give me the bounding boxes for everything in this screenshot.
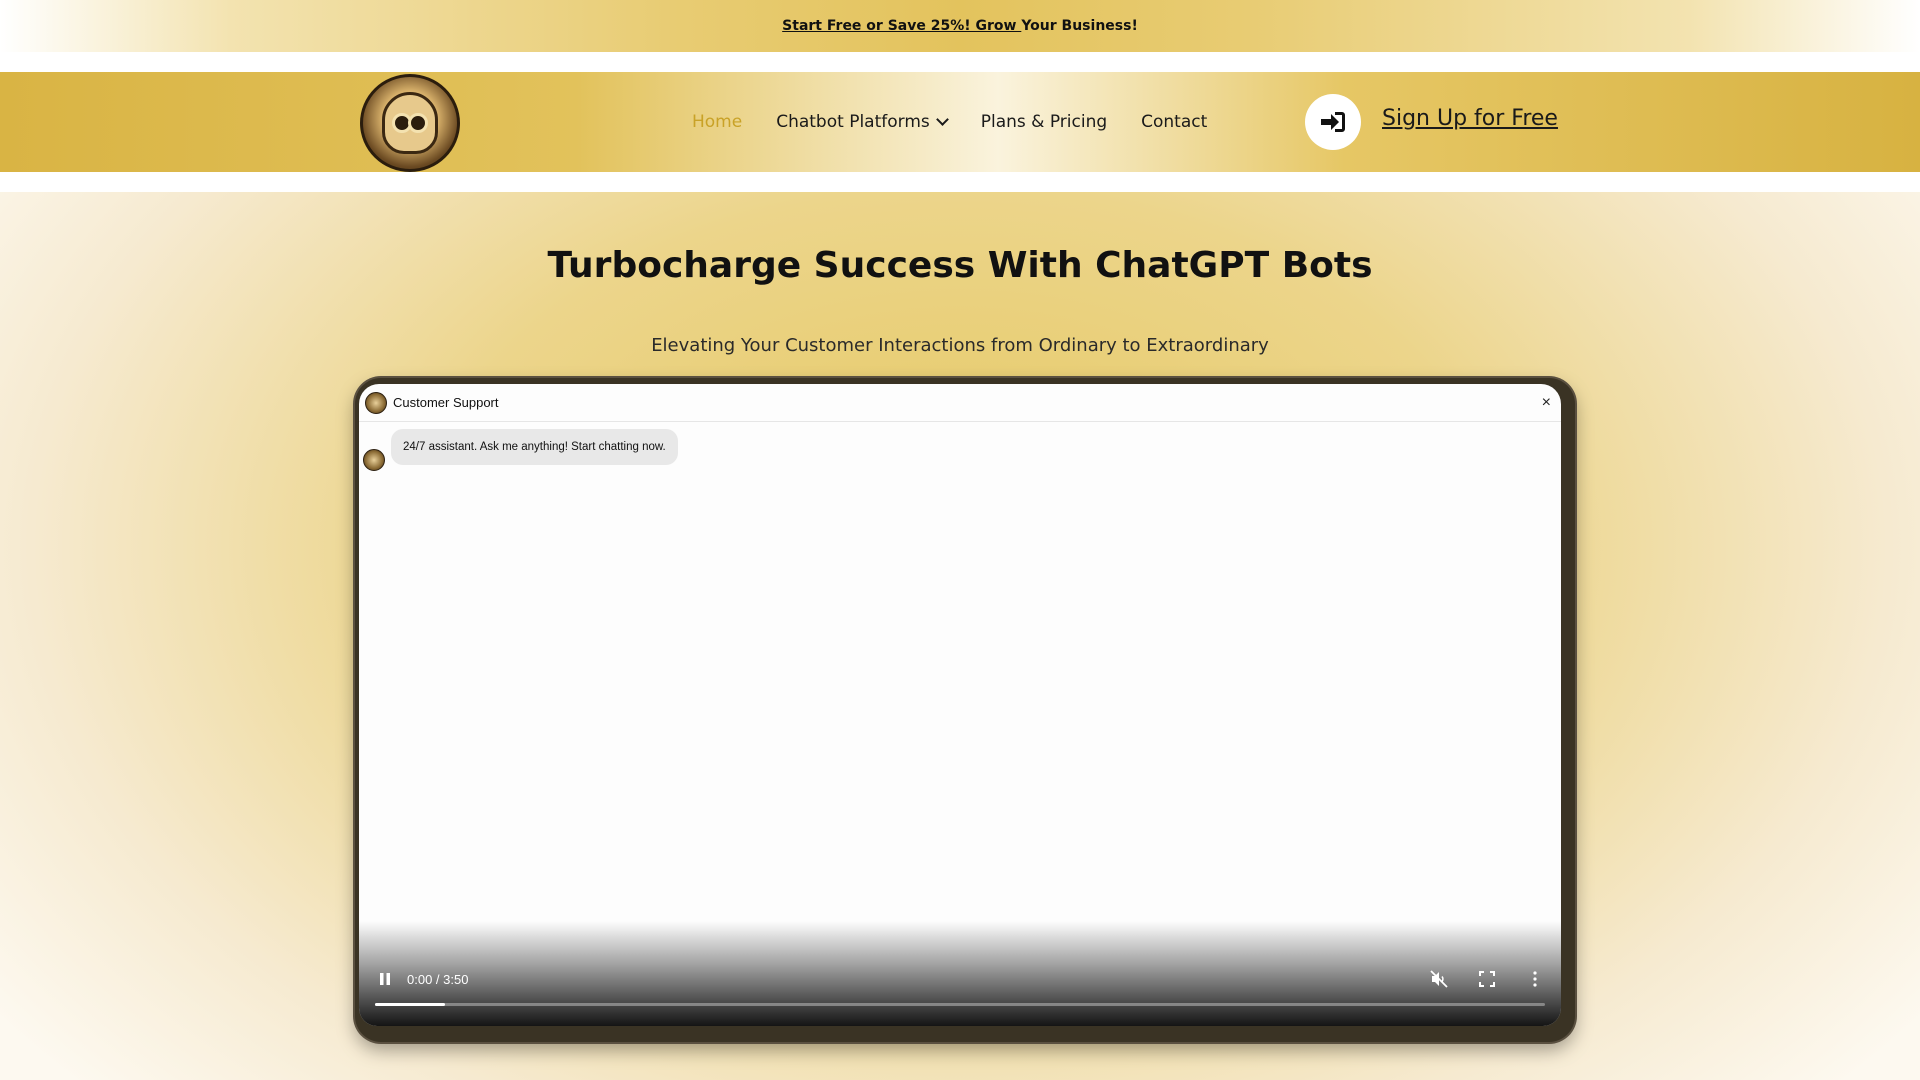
nav-contact[interactable]: Contact	[1141, 112, 1207, 132]
hero-subtitle: Elevating Your Customer Interactions fro…	[651, 335, 1269, 356]
nav-contact-label: Contact	[1141, 112, 1208, 132]
nav-plans-pricing-label: Plans & Pricing	[980, 112, 1108, 132]
chat-title: Customer Support	[393, 395, 499, 410]
video-player[interactable]: Customer Support × 24/7 assistant. Ask m…	[359, 384, 1561, 1026]
fullscreen-button[interactable]	[1475, 967, 1499, 991]
sign-in-button[interactable]	[1305, 94, 1361, 150]
page-title: Turbocharge Success With ChatGPT Bots	[547, 245, 1373, 286]
more-vertical-icon	[1533, 971, 1537, 987]
message-bubble: 24/7 assistant. Ask me anything! Start c…	[391, 429, 678, 465]
pause-icon	[380, 973, 390, 985]
promo-link[interactable]: Start Free or Save 25%! Grow	[782, 18, 1021, 34]
chat-message: 24/7 assistant. Ask me anything! Start c…	[363, 429, 678, 471]
bot-avatar	[363, 449, 385, 471]
close-icon[interactable]: ×	[1542, 394, 1551, 412]
promo-text: Start Free or Save 25%! Grow Your Busine…	[782, 18, 1138, 34]
device-frame: Customer Support × 24/7 assistant. Ask m…	[355, 378, 1575, 1042]
main-nav: Home Chatbot Platforms Plans & Pricing C…	[692, 72, 1207, 172]
pause-button[interactable]	[373, 967, 397, 991]
hero-section: Turbocharge Success With ChatGPT Bots El…	[0, 192, 1920, 1080]
promo-banner: Start Free or Save 25%! Grow Your Busine…	[0, 0, 1920, 52]
nav-plans-pricing[interactable]: Plans & Pricing	[981, 112, 1107, 132]
nav-home-label: Home	[692, 112, 743, 132]
mute-button[interactable]	[1427, 967, 1451, 991]
fullscreen-icon	[1479, 971, 1495, 987]
nav-chatbot-platforms-label: Chatbot Platforms	[776, 112, 930, 132]
volume-muted-icon	[1430, 970, 1448, 988]
robot-logo-icon	[382, 92, 438, 154]
brand-logo[interactable]	[360, 74, 460, 172]
video-time: 0:00 / 3:50	[407, 971, 469, 987]
site-header: Home Chatbot Platforms Plans & Pricing C…	[0, 72, 1920, 172]
video-controls: 0:00 / 3:50	[359, 964, 1561, 994]
bot-avatar	[365, 391, 387, 414]
nav-chatbot-platforms[interactable]: Chatbot Platforms	[776, 112, 949, 132]
video-progress-fill	[375, 1003, 446, 1006]
nav-home[interactable]: Home	[692, 112, 742, 132]
sign-up-link[interactable]: Sign Up for Free	[1382, 106, 1558, 131]
video-progress-bar[interactable]	[375, 1003, 1545, 1006]
more-options-button[interactable]	[1523, 967, 1547, 991]
chat-header: Customer Support	[359, 384, 1561, 422]
chevron-down-icon	[935, 113, 949, 126]
sign-in-icon	[1321, 112, 1345, 132]
promo-tail: Your Business!	[1021, 18, 1138, 34]
